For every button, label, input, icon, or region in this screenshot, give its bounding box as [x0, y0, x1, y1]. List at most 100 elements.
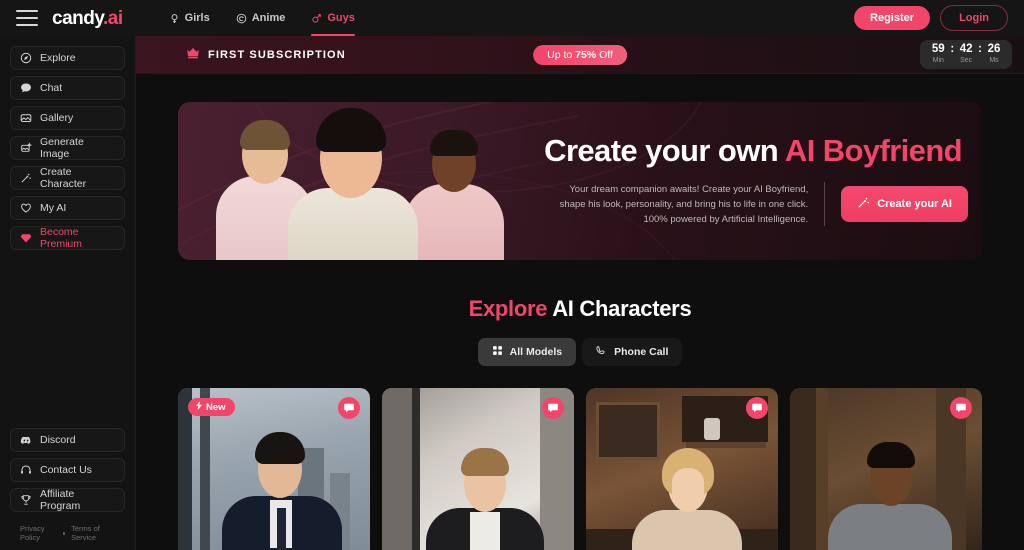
- generate-image-icon: [20, 142, 32, 154]
- card-chat-button[interactable]: [542, 397, 564, 419]
- hero-subtitle-line-2: shape his look, personality, and bring h…: [559, 198, 809, 210]
- discord-icon: [20, 434, 32, 446]
- hero-copy: Create your own AI Boyfriend Your dream …: [462, 102, 982, 260]
- hero-title: Create your own AI Boyfriend: [462, 133, 968, 169]
- spiral-icon: [236, 13, 247, 24]
- brand-name: candy: [52, 7, 104, 29]
- chat-bubble-icon: [956, 403, 966, 413]
- promo-left-group: FIRST SUBSCRIPTION: [186, 46, 346, 64]
- offer-suffix: Off: [596, 48, 613, 61]
- main-content: Create your own AI Boyfriend Your dream …: [136, 74, 1024, 550]
- tab-guys[interactable]: Guys: [311, 0, 355, 36]
- timer-seconds: 42 Sec: [958, 43, 974, 65]
- timer-seconds-label: Sec: [960, 57, 973, 64]
- tab-anime[interactable]: Anime: [236, 0, 286, 36]
- timer-ms-value: 26: [987, 43, 1001, 55]
- offer-prefix: Up to: [547, 48, 576, 61]
- crown-icon: [186, 46, 200, 64]
- tab-anime-label: Anime: [251, 12, 286, 24]
- brand-suffix: .ai: [103, 7, 123, 29]
- category-tabs: Girls Anime Guys: [169, 0, 355, 36]
- sidebar-item-label: Discord: [40, 434, 76, 446]
- card-chat-button[interactable]: [746, 397, 768, 419]
- card-chat-button[interactable]: [338, 397, 360, 419]
- sidebar-item-create-character[interactable]: Create Character: [10, 166, 125, 190]
- sidebar-item-chat[interactable]: Chat: [10, 76, 125, 100]
- sidebar-item-label: My AI: [40, 202, 67, 214]
- login-button[interactable]: Login: [940, 5, 1008, 31]
- promo-banner: FIRST SUBSCRIPTION Up to 75% Off 59 Min …: [136, 36, 1024, 74]
- create-your-ai-label: Create your AI: [877, 198, 952, 211]
- timer-separator: :: [978, 43, 982, 55]
- heart-hands-icon: [20, 202, 32, 214]
- hero-subtitle-row: Your dream companion awaits! Create your…: [462, 182, 968, 227]
- sidebar-item-generate-image[interactable]: Generate Image: [10, 136, 125, 160]
- new-badge: New: [188, 398, 235, 416]
- sidebar-item-gallery[interactable]: Gallery: [10, 106, 125, 130]
- character-card[interactable]: New: [178, 388, 370, 550]
- app-root: candy.ai Girls Anime Guys Register Login…: [0, 0, 1024, 550]
- offer-value: 75%: [575, 48, 597, 61]
- promo-offer-pill[interactable]: Up to 75% Off: [533, 44, 627, 65]
- brand-logo[interactable]: candy.ai: [52, 9, 123, 28]
- sidebar-item-label: Affiliate Program: [40, 488, 81, 512]
- magic-wand-icon: [857, 196, 870, 212]
- explore-filter-tabs: All Models Phone Call: [136, 338, 1024, 366]
- create-your-ai-button[interactable]: Create your AI: [841, 186, 968, 223]
- sidebar-item-label: Create Character: [40, 166, 87, 190]
- trophy-icon: [20, 494, 32, 506]
- hero-subtitle: Your dream companion awaits! Create your…: [560, 182, 809, 227]
- filter-all-models-label: All Models: [509, 346, 563, 358]
- sidebar-item-affiliate-program[interactable]: Affiliate Program: [10, 488, 125, 512]
- chat-bubble-icon: [344, 403, 354, 413]
- terms-of-service-link[interactable]: Terms of Service: [71, 524, 115, 542]
- separator-dot: [62, 531, 66, 535]
- hero-title-accent: AI Boyfriend: [784, 133, 963, 169]
- explore-title-accent: Explore: [468, 296, 548, 321]
- sidebar-item-label: Become Premium: [40, 226, 83, 250]
- hero-subtitle-line-3: 100% powered by Artificial Intelligence.: [643, 213, 809, 225]
- privacy-policy-link[interactable]: Privacy Policy: [20, 524, 57, 542]
- sidebar-footer-links: Privacy Policy Terms of Service: [10, 518, 125, 542]
- magic-wand-icon: [20, 172, 32, 184]
- filter-phone-call[interactable]: Phone Call: [582, 338, 683, 366]
- sidebar-item-explore[interactable]: Explore: [10, 46, 125, 70]
- bolt-icon: [195, 401, 203, 413]
- timer-ms: 26 Ms: [986, 43, 1002, 65]
- venus-icon: [169, 13, 180, 24]
- filter-all-models[interactable]: All Models: [477, 338, 577, 366]
- explore-section-title: Explore AI Characters: [136, 296, 1024, 322]
- vertical-divider: [824, 182, 826, 227]
- chat-bubble-icon: [548, 403, 558, 413]
- tab-guys-label: Guys: [327, 12, 355, 24]
- sidebar-item-contact-us[interactable]: Contact Us: [10, 458, 125, 482]
- card-chat-button[interactable]: [950, 397, 972, 419]
- sidebar-item-label: Chat: [40, 82, 63, 94]
- hero-title-plain: Create your own: [544, 133, 785, 169]
- timer-minutes-label: Min: [932, 57, 944, 64]
- tab-girls[interactable]: Girls: [169, 0, 210, 36]
- sidebar-item-discord[interactable]: Discord: [10, 428, 125, 452]
- character-card[interactable]: [382, 388, 574, 550]
- hamburger-menu-icon[interactable]: [16, 10, 38, 26]
- sidebar: Explore Chat Gallery Generate Image Crea…: [0, 36, 136, 550]
- gallery-icon: [20, 112, 32, 124]
- hero-banner: Create your own AI Boyfriend Your dream …: [178, 102, 982, 260]
- chat-bubble-icon: [20, 82, 32, 94]
- grid-icon: [492, 345, 503, 359]
- tab-girls-label: Girls: [184, 12, 210, 24]
- sidebar-item-label: Generate Image: [40, 136, 84, 160]
- register-button[interactable]: Register: [854, 6, 931, 30]
- sidebar-item-become-premium[interactable]: Become Premium: [10, 226, 125, 250]
- hero-subtitle-line-1: Your dream companion awaits! Create your…: [569, 183, 809, 195]
- character-card[interactable]: [586, 388, 778, 550]
- character-card[interactable]: [790, 388, 982, 550]
- timer-minutes: 59 Min: [930, 43, 946, 65]
- compass-icon: [20, 52, 32, 64]
- phone-icon: [596, 345, 607, 359]
- sidebar-item-label: Contact Us: [40, 464, 92, 476]
- timer-separator: :: [950, 43, 955, 55]
- sidebar-item-my-ai[interactable]: My AI: [10, 196, 125, 220]
- timer-seconds-value: 42: [959, 43, 973, 55]
- top-navigation-bar: candy.ai Girls Anime Guys Register Login: [0, 0, 1024, 36]
